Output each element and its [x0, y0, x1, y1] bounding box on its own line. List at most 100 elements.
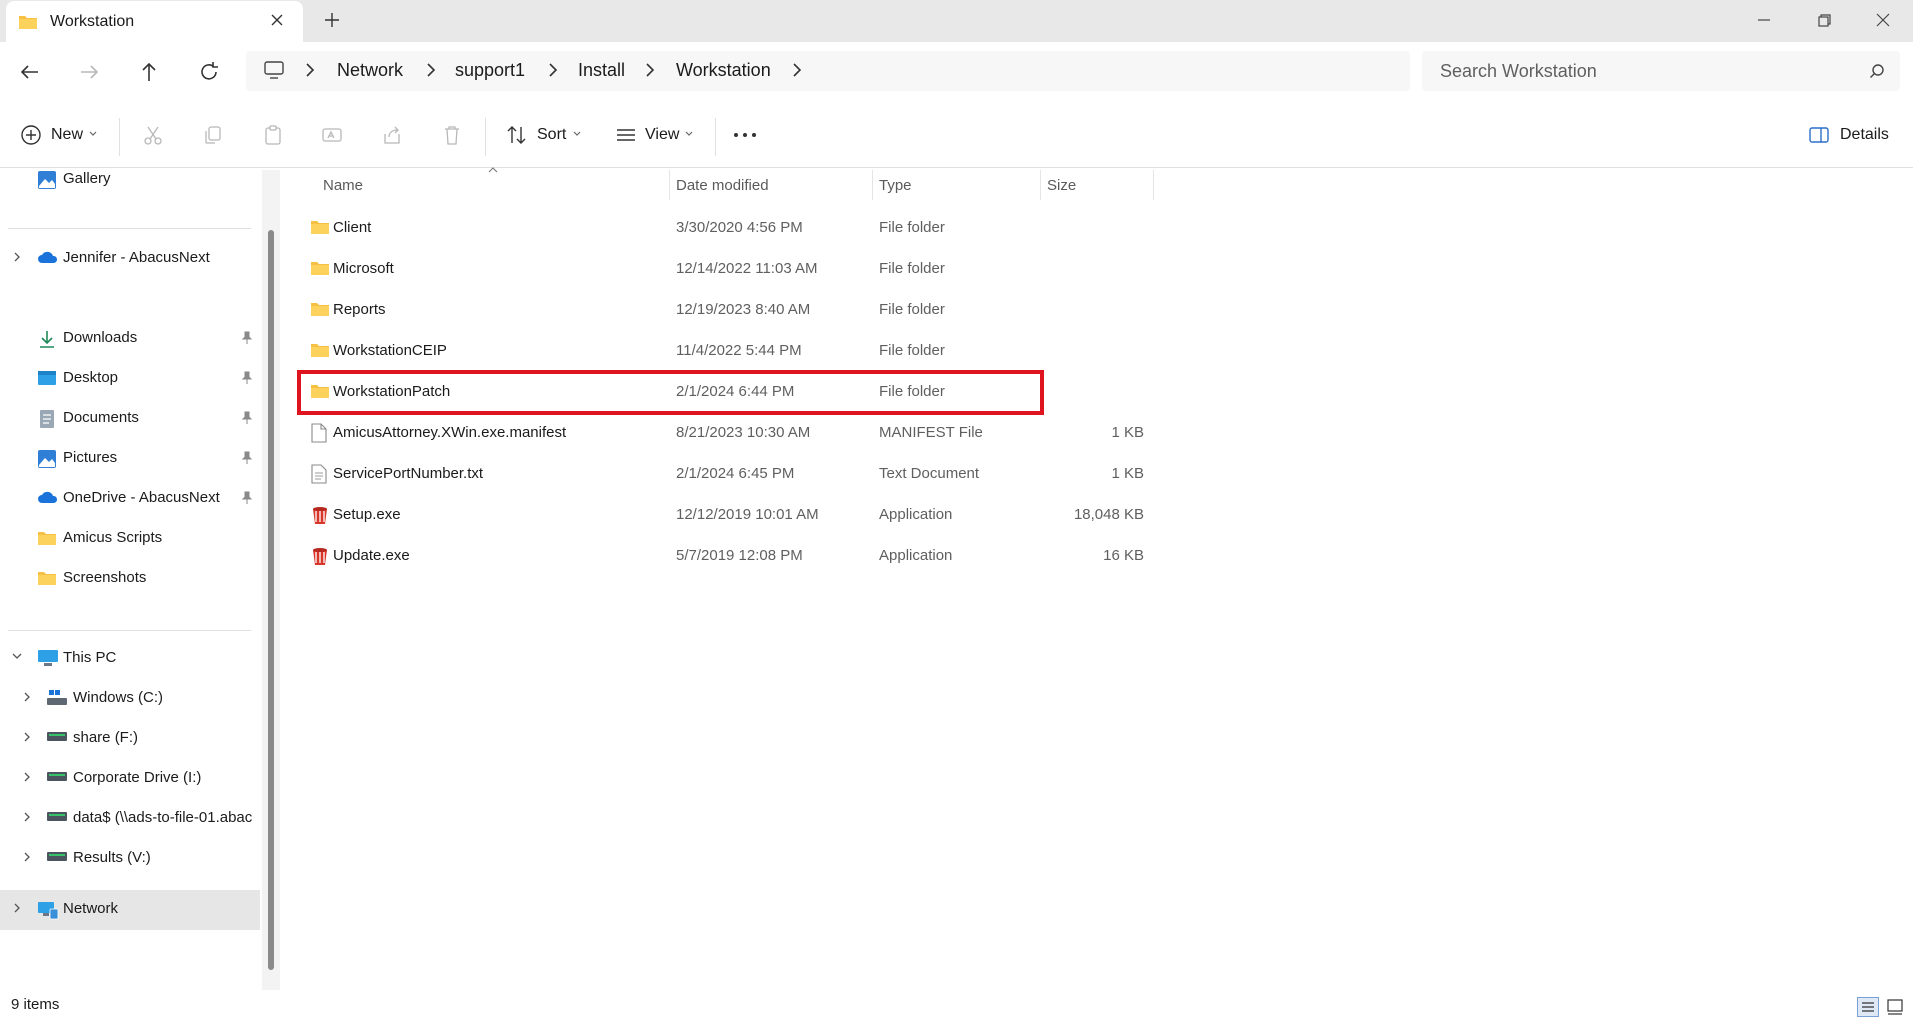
delete-icon[interactable]	[441, 124, 463, 146]
chevron-right-icon[interactable]	[22, 811, 32, 823]
table-row[interactable]: WorkstationCEIP 11/4/2022 5:44 PM File f…	[298, 331, 1044, 371]
sidebar-item-drive-f[interactable]: share (F:)	[0, 719, 260, 757]
sidebar-item-label: Amicus Scripts	[63, 529, 163, 546]
sidebar-item-documents[interactable]: Documents	[0, 399, 260, 437]
sidebar-item-onedrive-personal[interactable]: Jennifer - AbacusNext	[0, 239, 260, 277]
table-row[interactable]: Update.exe 5/7/2019 12:08 PM Application…	[298, 536, 1144, 576]
minimize-icon[interactable]	[1752, 8, 1776, 32]
breadcrumb-chevron-icon[interactable]	[304, 62, 316, 78]
chevron-down-icon[interactable]	[684, 130, 694, 138]
column-divider[interactable]	[1153, 170, 1154, 200]
tab-workstation[interactable]: Workstation	[6, 1, 303, 44]
file-name: Reports	[333, 301, 386, 318]
breadcrumb-chevron-icon[interactable]	[644, 62, 656, 78]
pin-icon[interactable]	[241, 411, 253, 425]
column-header-name[interactable]: Name	[323, 177, 363, 194]
pin-icon[interactable]	[241, 331, 253, 345]
sidebar-item-drive-data[interactable]: data$ (\\ads-to-file-01.abac	[0, 799, 260, 837]
up-icon[interactable]	[136, 59, 162, 85]
chevron-right-icon[interactable]	[22, 691, 32, 703]
sidebar-item-drive-v[interactable]: Results (V:)	[0, 839, 260, 877]
sidebar-scrollbar-thumb[interactable]	[268, 230, 274, 970]
sidebar-item-network[interactable]: Network	[0, 890, 260, 930]
more-options-icon[interactable]	[733, 132, 757, 138]
close-tab-icon[interactable]	[270, 13, 284, 27]
sidebar-item-amicus-scripts[interactable]: Amicus Scripts	[0, 519, 260, 557]
column-divider[interactable]	[872, 170, 873, 200]
copy-icon[interactable]	[202, 124, 224, 146]
breadcrumb-chevron-icon[interactable]	[791, 62, 803, 78]
pin-icon[interactable]	[241, 371, 253, 385]
network-drive-icon	[46, 769, 68, 785]
table-row[interactable]: ServicePortNumber.txt 2/1/2024 6:45 PM T…	[298, 454, 1144, 494]
column-divider[interactable]	[669, 170, 670, 200]
new-icon[interactable]	[20, 124, 42, 146]
rename-icon[interactable]	[321, 124, 343, 146]
back-icon[interactable]	[17, 59, 43, 85]
breadcrumb-workstation[interactable]: Workstation	[676, 60, 771, 81]
table-row[interactable]: AmicusAttorney.XWin.exe.manifest 8/21/20…	[298, 413, 1144, 453]
chevron-right-icon[interactable]	[22, 771, 32, 783]
sidebar-item-label: Downloads	[63, 329, 138, 346]
sidebar-item-screenshots[interactable]: Screenshots	[0, 559, 260, 597]
folder-icon	[37, 529, 57, 547]
sidebar-item-pictures[interactable]: Pictures	[0, 439, 260, 477]
folder-icon	[310, 300, 330, 318]
table-row[interactable]: Client 3/30/2020 4:56 PM File folder	[298, 208, 1044, 248]
paste-icon[interactable]	[262, 124, 284, 146]
pin-icon[interactable]	[241, 491, 253, 505]
computer-icon[interactable]	[263, 60, 285, 80]
chevron-right-icon[interactable]	[12, 902, 22, 914]
details-view-icon[interactable]	[1857, 997, 1879, 1017]
refresh-icon[interactable]	[196, 59, 222, 85]
forward-icon[interactable]	[76, 59, 102, 85]
sort-button[interactable]: Sort	[537, 126, 566, 144]
sidebar-item-onedrive-business[interactable]: OneDrive - AbacusNext	[0, 479, 260, 517]
sidebar-item-label: data$ (\\ads-to-file-01.abac	[73, 809, 253, 826]
chevron-right-icon[interactable]	[22, 851, 32, 863]
table-row[interactable]: Microsoft 12/14/2022 11:03 AM File folde…	[298, 249, 1044, 289]
search-icon[interactable]	[1869, 63, 1885, 79]
column-divider[interactable]	[1040, 170, 1041, 200]
share-icon[interactable]	[381, 124, 403, 146]
file-name: Client	[333, 219, 372, 236]
new-button[interactable]: New	[51, 126, 83, 144]
sidebar-item-downloads[interactable]: Downloads	[0, 319, 260, 357]
sort-icon[interactable]	[506, 124, 528, 146]
pin-icon[interactable]	[241, 451, 253, 465]
table-row[interactable]: Setup.exe 12/12/2019 10:01 AM Applicatio…	[298, 495, 1144, 535]
chevron-down-icon[interactable]	[88, 130, 98, 138]
chevron-right-icon[interactable]	[12, 251, 22, 263]
address-bar[interactable]	[246, 51, 1410, 91]
column-header-date[interactable]: Date modified	[676, 177, 769, 194]
breadcrumb-install[interactable]: Install	[578, 60, 625, 81]
chevron-right-icon[interactable]	[22, 731, 32, 743]
breadcrumb-chevron-icon[interactable]	[547, 62, 559, 78]
column-header-type[interactable]: Type	[879, 177, 912, 194]
breadcrumb-network[interactable]: Network	[337, 60, 403, 81]
chevron-down-icon[interactable]	[11, 651, 23, 661]
details-pane-icon[interactable]	[1808, 124, 1830, 146]
new-tab-icon[interactable]	[324, 12, 340, 28]
tiles-view-icon[interactable]	[1886, 998, 1904, 1016]
app-icon	[310, 505, 330, 525]
table-row[interactable]: Reports 12/19/2023 8:40 AM File folder	[298, 290, 1044, 330]
column-header-size[interactable]: Size	[1047, 177, 1076, 194]
view-icon[interactable]	[615, 124, 637, 146]
onedrive-icon	[37, 489, 59, 505]
sidebar-item-this-pc[interactable]: This PC	[0, 639, 260, 677]
breadcrumb-chevron-icon[interactable]	[425, 62, 437, 78]
breadcrumb-support1[interactable]: support1	[455, 60, 525, 81]
cut-icon[interactable]	[142, 124, 164, 146]
sidebar-item-gallery[interactable]: Gallery	[0, 160, 260, 198]
chevron-down-icon[interactable]	[572, 130, 582, 138]
details-button[interactable]: Details	[1840, 126, 1889, 144]
sidebar-item-label: Corporate Drive (I:)	[73, 769, 202, 786]
view-button[interactable]: View	[645, 126, 679, 144]
sidebar-item-drive-i[interactable]: Corporate Drive (I:)	[0, 759, 260, 797]
restore-icon[interactable]	[1812, 8, 1836, 32]
sidebar-item-desktop[interactable]: Desktop	[0, 359, 260, 397]
documents-icon	[38, 409, 56, 429]
close-window-icon[interactable]	[1871, 8, 1895, 32]
sidebar-item-drive-c[interactable]: Windows (C:)	[0, 679, 260, 717]
